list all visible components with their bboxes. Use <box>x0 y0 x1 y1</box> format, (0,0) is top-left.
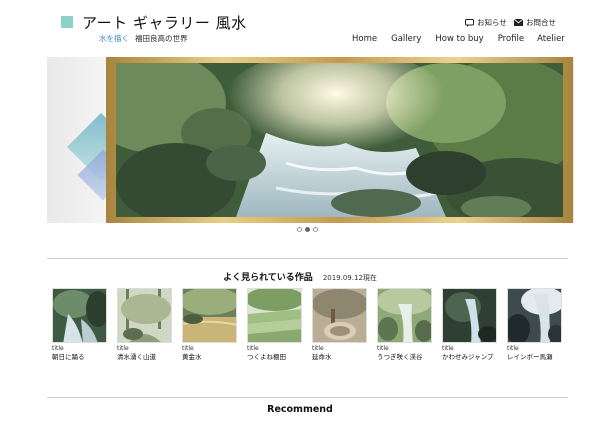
popular-date: 2019.09.12現在 <box>322 274 377 282</box>
work-thumbnail[interactable] <box>182 288 237 343</box>
carousel-dot-3[interactable] <box>313 227 318 232</box>
work-label: title <box>117 345 129 352</box>
recommend-heading: Recommend <box>267 404 333 415</box>
nav-gallery[interactable]: Gallery <box>391 34 421 44</box>
carousel-dots <box>297 227 318 232</box>
section-divider <box>47 397 568 398</box>
work-label: title <box>247 345 259 352</box>
work-thumbnail[interactable] <box>247 288 302 343</box>
work-title: レインボー馬瀬 <box>507 353 553 361</box>
work-label: title <box>312 345 324 352</box>
work-thumbnail[interactable] <box>507 288 562 343</box>
work-item[interactable]: title かわせみジャンプ <box>442 288 497 362</box>
contact-label: お問合せ <box>526 18 556 27</box>
news-label: お知らせ <box>477 18 507 27</box>
work-thumbnail[interactable] <box>442 288 497 343</box>
section-divider <box>47 258 568 259</box>
work-title: 朝日に踊る <box>52 353 85 361</box>
work-item[interactable]: title つくよね棚田 <box>247 288 302 362</box>
logo-square-icon <box>61 16 73 28</box>
hero-carousel[interactable] <box>47 57 574 223</box>
tagline-rest: 福田良高の世界 <box>135 34 188 43</box>
popular-heading: よく見られている作品 <box>223 273 313 283</box>
work-title: 黄金水 <box>182 353 202 361</box>
work-label: title <box>377 345 389 352</box>
carousel-dot-1[interactable] <box>297 227 302 232</box>
carousel-dot-2[interactable] <box>305 227 310 232</box>
nav-atelier[interactable]: Atelier <box>537 34 565 44</box>
work-thumbnail[interactable] <box>117 288 172 343</box>
work-item[interactable]: title 清水湧く山道 <box>117 288 172 362</box>
work-title: かわせみジャンプ <box>442 353 494 361</box>
popular-section-header: よく見られている作品 2019.09.12現在 <box>0 265 600 284</box>
work-item[interactable]: title レインボー馬瀬 <box>507 288 562 362</box>
work-label: title <box>442 345 454 352</box>
nav-home[interactable]: Home <box>352 34 377 44</box>
hero-painting <box>116 63 563 217</box>
site-tagline: 水を描く 福田良高の世界 <box>99 33 188 44</box>
nav-profile[interactable]: Profile <box>498 34 524 44</box>
work-title: 延命水 <box>312 353 332 361</box>
work-item[interactable]: title 黄金水 <box>182 288 237 362</box>
news-link[interactable]: お知らせ <box>465 17 507 28</box>
speech-bubble-icon <box>465 18 474 27</box>
work-title: つくよね棚田 <box>247 353 286 361</box>
work-title: うつぎ咲く渓谷 <box>377 353 423 361</box>
painting-frame <box>106 57 573 223</box>
work-label: title <box>52 345 64 352</box>
nav-how-to-buy[interactable]: How to buy <box>435 34 483 44</box>
site-header: アート ギャラリー 風水 水を描く 福田良高の世界 お知らせ お問合せ Home … <box>0 0 600 56</box>
work-item[interactable]: title 延命水 <box>312 288 367 362</box>
main-nav: Home Gallery How to buy Profile Atelier <box>352 34 565 44</box>
work-title: 清水湧く山道 <box>117 353 156 361</box>
popular-works-list: title 朝日に踊る title 清水湧く山道 title 黄金水 title… <box>52 288 572 362</box>
work-item[interactable]: title うつぎ咲く渓谷 <box>377 288 432 362</box>
contact-link[interactable]: お問合せ <box>514 17 556 28</box>
mail-icon <box>514 19 523 26</box>
tagline-accent: 水を描く <box>99 34 129 43</box>
work-label: title <box>507 345 519 352</box>
work-label: title <box>182 345 194 352</box>
site-title[interactable]: アート ギャラリー 風水 <box>82 12 247 33</box>
work-item[interactable]: title 朝日に踊る <box>52 288 107 362</box>
work-thumbnail[interactable] <box>377 288 432 343</box>
work-thumbnail[interactable] <box>52 288 107 343</box>
work-thumbnail[interactable] <box>312 288 367 343</box>
